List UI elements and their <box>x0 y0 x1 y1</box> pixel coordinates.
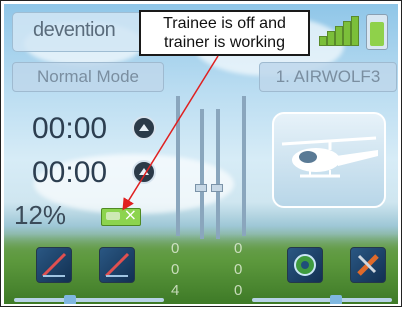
throttle-percent: 12% <box>14 200 67 230</box>
trim-knob[interactable] <box>195 184 207 192</box>
brand-name: devention <box>33 19 116 41</box>
signal-icon <box>319 16 359 46</box>
tools-icon <box>357 254 379 276</box>
annotation-callout: Trainee is off and trainer is working <box>139 10 310 56</box>
timer-up-icon[interactable] <box>132 116 156 140</box>
value-right-1: 0 <box>234 261 243 278</box>
settings-icon <box>294 254 316 276</box>
trim-knob[interactable] <box>211 184 223 192</box>
model-image[interactable] <box>272 112 386 208</box>
curve-right-button[interactable] <box>99 247 135 283</box>
trim-slider-right[interactable] <box>252 298 392 302</box>
trim-bar[interactable] <box>216 109 220 239</box>
brand-logo: devention <box>12 12 146 52</box>
timer-2: 00:00 <box>32 156 177 190</box>
callout-line-2: trainer is working <box>164 34 285 51</box>
trim-bar[interactable] <box>242 96 246 236</box>
trim-bar[interactable] <box>200 109 204 239</box>
settings-button[interactable] <box>287 247 323 283</box>
battery-icon <box>366 14 388 50</box>
callout-line-1: Trainee is off and <box>163 15 286 32</box>
value-right-0: 0 <box>234 240 243 257</box>
timer-2-value: 00:00 <box>32 156 108 189</box>
model-name[interactable]: 1. AIRWOLF3 <box>259 62 397 92</box>
timer-up-icon[interactable] <box>132 160 156 184</box>
trim-bar[interactable] <box>176 96 180 236</box>
trim-slider-right-knob[interactable] <box>330 295 342 304</box>
value-right-2: 0 <box>234 282 243 299</box>
timer-1: 00:00 <box>32 112 177 146</box>
tools-button[interactable] <box>350 247 386 283</box>
timer-1-value: 00:00 <box>32 112 108 145</box>
trainer-switch-icon[interactable] <box>101 205 141 226</box>
value-left-0: 0 <box>171 240 180 257</box>
value-left-2: 4 <box>171 282 180 299</box>
curve-right-icon <box>104 252 130 278</box>
value-left-1: 0 <box>171 261 180 278</box>
trim-slider-left[interactable] <box>14 298 164 302</box>
helicopter-icon <box>281 136 378 178</box>
mode-indicator[interactable]: Normal Mode <box>12 62 164 92</box>
curve-left-button[interactable] <box>36 247 72 283</box>
curve-left-icon <box>41 252 67 278</box>
trim-slider-left-knob[interactable] <box>64 295 76 304</box>
